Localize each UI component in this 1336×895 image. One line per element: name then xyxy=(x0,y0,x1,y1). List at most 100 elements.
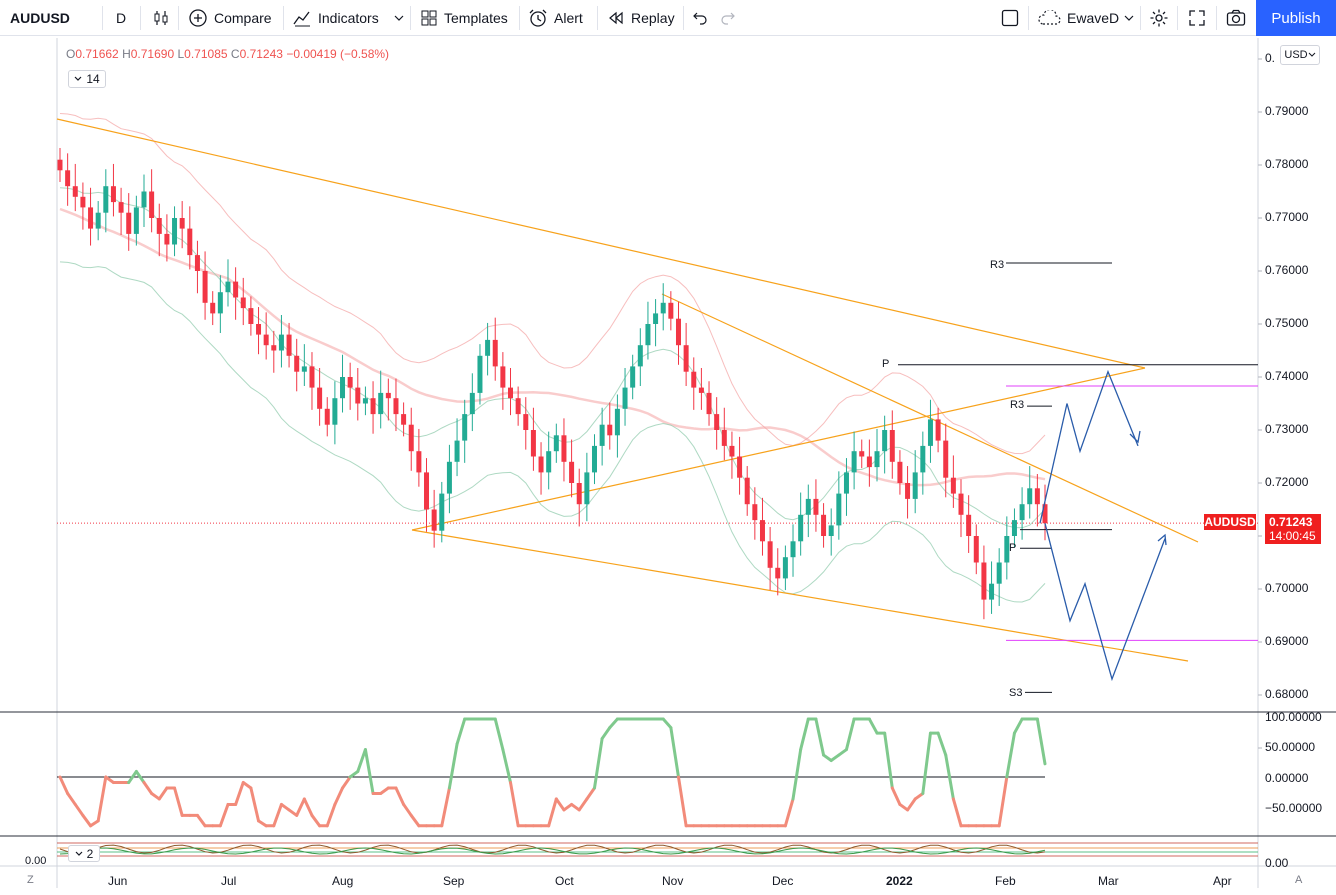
candle-body xyxy=(110,186,116,203)
projection-arrowhead xyxy=(1129,430,1141,444)
osc-segment xyxy=(218,802,230,828)
candle-body xyxy=(95,212,101,229)
candle-body xyxy=(248,308,254,324)
osc-segment xyxy=(906,797,917,812)
osc-segment xyxy=(493,717,505,752)
candle-body xyxy=(1027,488,1033,505)
osc-segment xyxy=(356,748,367,774)
osc-segment xyxy=(936,731,948,757)
last-price-label: 0.71243 14:00:45 xyxy=(1265,514,1321,544)
change-value: −0.00419 (−0.58%) xyxy=(286,47,390,61)
candle-body xyxy=(714,414,720,430)
candle-body xyxy=(431,509,437,531)
osc-segment xyxy=(867,717,879,735)
osc-segment xyxy=(921,731,932,795)
price-tick: 0.77000 xyxy=(1265,210,1309,224)
osc-segment xyxy=(554,797,566,812)
pivot-p-label: P xyxy=(882,358,890,370)
candle-body xyxy=(57,159,63,171)
symbol-price-label: AUDUSD xyxy=(1204,514,1256,530)
candle-body xyxy=(508,387,514,399)
osc-segment xyxy=(157,786,169,801)
candle-body xyxy=(523,414,529,430)
osc-segment xyxy=(814,717,826,757)
candle-body xyxy=(576,483,582,505)
candle-body xyxy=(1011,520,1017,536)
osc-segment xyxy=(173,786,184,817)
candle-body xyxy=(759,520,765,542)
candle-body xyxy=(187,228,193,256)
auto-scale-button[interactable]: A xyxy=(1295,874,1302,886)
chevron-down-icon xyxy=(74,76,82,81)
osc-segment xyxy=(676,775,688,828)
osc-segment xyxy=(341,775,352,790)
candle-body xyxy=(515,398,521,415)
osc-segment xyxy=(600,726,612,741)
currency-selector[interactable]: USD xyxy=(1280,45,1320,65)
candle-body xyxy=(591,445,597,473)
price-tick: 0.75000 xyxy=(1265,316,1309,330)
osc-segment xyxy=(249,786,261,823)
candle-body xyxy=(569,461,575,483)
price-tick: 0.79000 xyxy=(1265,104,1309,118)
candle-body xyxy=(584,472,590,505)
osc-segment xyxy=(363,748,375,795)
candle-body xyxy=(378,392,384,415)
candle-body xyxy=(446,461,452,494)
osc-segment xyxy=(325,802,337,828)
candle-body xyxy=(996,562,1002,584)
candle-body xyxy=(164,233,170,245)
chart-canvas[interactable] xyxy=(0,0,1336,895)
candle-body xyxy=(408,424,414,452)
osc-segment xyxy=(585,786,596,801)
candle-body xyxy=(660,302,666,314)
candle-body xyxy=(530,430,536,457)
candle-body xyxy=(897,461,903,483)
osc-segment xyxy=(96,775,108,823)
osc2-left-value: 0.00 xyxy=(25,855,47,867)
osc-segment xyxy=(310,813,322,828)
osc-segment xyxy=(844,717,856,752)
candle-body xyxy=(263,334,269,346)
osc-segment xyxy=(997,775,1009,828)
candle-body xyxy=(950,477,956,494)
candle-body xyxy=(622,387,628,409)
osc-segment xyxy=(58,775,70,795)
zoom-button[interactable]: Z xyxy=(27,874,34,886)
osc-segment xyxy=(455,717,467,746)
candle-body xyxy=(454,440,460,462)
osc-tick: −50.00000 xyxy=(1265,801,1323,815)
osc-segment xyxy=(799,717,810,752)
indicator-collapse-toggle[interactable]: 14 xyxy=(68,70,106,88)
candle-body xyxy=(179,218,185,229)
candle-body xyxy=(80,196,86,208)
last-price: 0.71243 xyxy=(1269,515,1313,529)
candle-body xyxy=(821,514,827,536)
candle-body xyxy=(706,392,712,415)
projection-paths xyxy=(1039,369,1167,682)
osc-segment xyxy=(547,797,558,828)
candle-body xyxy=(309,366,315,388)
candle-body xyxy=(202,271,208,303)
osc-segment xyxy=(234,780,245,806)
price-tick: 0.74000 xyxy=(1265,369,1309,383)
candle-body xyxy=(88,207,94,229)
candle-body xyxy=(370,398,376,415)
osc-segment xyxy=(592,737,604,790)
time-label: Sep xyxy=(443,874,465,888)
candle-body xyxy=(133,207,139,234)
oscillator-collapse-toggle[interactable]: 2 xyxy=(68,845,100,862)
candle-body xyxy=(156,218,162,234)
open-value: 0.71662 xyxy=(75,47,119,61)
candle-body xyxy=(462,414,468,441)
osc-segment xyxy=(783,797,795,828)
price-tick: 0.69000 xyxy=(1265,634,1309,648)
candle-body xyxy=(294,355,300,372)
bar-countdown: 14:00:45 xyxy=(1269,529,1316,543)
candle-body xyxy=(240,297,246,309)
candle-body xyxy=(225,281,231,293)
candle-body xyxy=(828,525,834,536)
candle-body xyxy=(675,318,681,346)
candle-body xyxy=(492,339,498,367)
osc-segment xyxy=(1012,717,1024,735)
